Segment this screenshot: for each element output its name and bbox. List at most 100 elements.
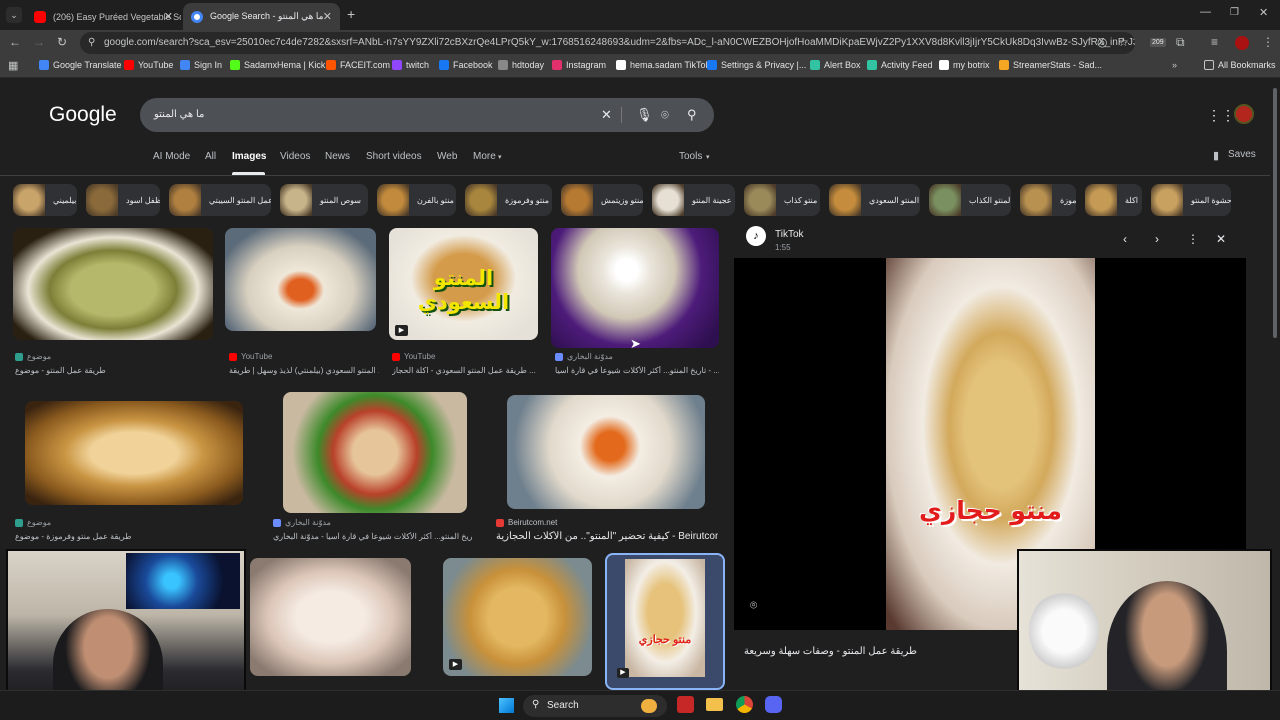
- all-bookmarks[interactable]: All Bookmarks: [1204, 60, 1276, 70]
- nav-all[interactable]: All: [205, 151, 216, 162]
- forward-icon[interactable]: →: [33, 35, 45, 49]
- next-chevron-icon[interactable]: ›: [1155, 232, 1159, 246]
- nav-news[interactable]: News: [325, 151, 350, 162]
- profile-avatar[interactable]: [1235, 36, 1249, 50]
- bookmark-item[interactable]: Facebook: [439, 60, 493, 70]
- bookmark-item[interactable]: hdtoday: [498, 60, 544, 70]
- account-avatar[interactable]: [1234, 104, 1254, 124]
- google-apps-icon[interactable]: ⋮⋮: [1207, 107, 1235, 124]
- result-image-momo-bowl[interactable]: [225, 228, 376, 331]
- address-bar[interactable]: ⚲ google.com/search?sca_esv=25010ec7c4de…: [80, 32, 1135, 54]
- bookmark-star-icon[interactable]: ☆: [1118, 35, 1129, 49]
- result-image-momo-green[interactable]: [13, 228, 213, 340]
- windows-start-icon[interactable]: [499, 698, 514, 713]
- result-caption[interactable]: طريقة عمل المنتو السعودي - اكلة الحجاز .…: [392, 366, 540, 375]
- related-search-chip[interactable]: منتو بالفرن: [377, 184, 456, 216]
- snipping-tool-icon[interactable]: [677, 696, 694, 713]
- result-caption[interactable]: تاريخ المنتو... أكثر الأكلات شيوعاً في ق…: [555, 366, 719, 375]
- lens-search-icon[interactable]: ⌾: [750, 598, 757, 613]
- result-source[interactable]: موضوع: [15, 518, 51, 527]
- back-icon[interactable]: ←: [9, 35, 21, 49]
- result-caption[interactable]: طريقة عمل منتو وفرموزة - موضوع: [15, 532, 245, 541]
- google-logo[interactable]: Google: [49, 103, 117, 127]
- related-search-chip[interactable]: منتو كذاب: [744, 184, 820, 216]
- bookmark-item[interactable]: twitch: [392, 60, 429, 70]
- more-bookmarks-chevron-icon[interactable]: »: [1172, 60, 1177, 70]
- bookmark-item[interactable]: StreamerStats - Sad...: [999, 60, 1102, 70]
- result-source[interactable]: Beirutcom.net: [496, 518, 557, 527]
- nav-images[interactable]: Images: [232, 151, 266, 162]
- chrome-icon[interactable]: [736, 696, 753, 713]
- tab-youtube[interactable]: (206) Easy Puréed Vegetable Sc ✕: [26, 3, 181, 30]
- apps-grid-icon[interactable]: ▦: [8, 59, 18, 72]
- close-window-icon[interactable]: ✕: [1259, 6, 1268, 19]
- related-search-chip[interactable]: سوص المنتو: [280, 184, 368, 216]
- result-image-fried-dumplings[interactable]: ▶: [443, 558, 592, 676]
- related-search-chip[interactable]: عجينة المنتو: [652, 184, 735, 216]
- bookmark-item[interactable]: Settings & Privacy |...: [707, 60, 806, 70]
- related-search-chip[interactable]: اكلة: [1085, 184, 1142, 216]
- result-caption[interactable]: تاريخ المنتو... أكثر الأكلات شيوعاً في ق…: [273, 532, 473, 541]
- result-image-hijazi-selected[interactable]: منتو حجازي ▶: [605, 553, 725, 690]
- previous-chevron-icon[interactable]: ‹: [1123, 232, 1127, 246]
- related-search-chip[interactable]: حشوة المنتو: [1151, 184, 1231, 216]
- nav-videos[interactable]: Videos: [280, 151, 310, 162]
- microphone-icon[interactable]: 🎙: [636, 107, 653, 123]
- tab-google-search[interactable]: Google Search - ما هي المنتو ✕: [183, 3, 340, 30]
- related-search-chip[interactable]: عمل المنتو السيبتي: [169, 184, 271, 216]
- site-info-icon[interactable]: ⚲: [88, 32, 95, 54]
- clear-icon[interactable]: ✕: [601, 107, 612, 123]
- restore-icon[interactable]: ❐: [1230, 7, 1239, 18]
- close-tab-icon[interactable]: ✕: [323, 10, 332, 23]
- nav-more[interactable]: More: [473, 151, 496, 162]
- bookmark-item[interactable]: Activity Feed: [867, 60, 933, 70]
- new-tab-button[interactable]: +: [347, 6, 355, 22]
- saves-link[interactable]: Saves: [1228, 149, 1256, 160]
- extension-badge[interactable]: 209: [1150, 38, 1166, 47]
- related-search-chip[interactable]: ظفل اسود: [86, 184, 160, 216]
- bookmark-item[interactable]: FACEIT.com: [326, 60, 390, 70]
- nav-ai-mode[interactable]: AI Mode: [153, 151, 190, 162]
- result-source[interactable]: مدوّنة البخاري: [555, 352, 613, 361]
- menu-kebab-icon[interactable]: ⋮: [1262, 35, 1274, 49]
- reading-list-icon[interactable]: ≡: [1211, 35, 1218, 49]
- discord-icon[interactable]: [765, 696, 782, 713]
- result-source[interactable]: YouTube: [392, 352, 435, 361]
- result-image-momo-plate[interactable]: [283, 392, 467, 513]
- lens-camera-icon[interactable]: ⌾: [661, 107, 669, 123]
- related-search-chip[interactable]: منتو وزيتمش: [561, 184, 643, 216]
- tools-button[interactable]: Tools: [679, 151, 702, 162]
- related-search-chip[interactable]: منتو وفرموزة: [465, 184, 552, 216]
- related-search-chip[interactable]: المنتو السعودي: [829, 184, 920, 216]
- panel-source[interactable]: TikTok: [775, 229, 804, 240]
- search-input[interactable]: ما هي المنتو: [154, 109, 204, 120]
- result-source[interactable]: موضوع: [15, 352, 51, 361]
- result-image-steamed-buns[interactable]: [250, 558, 411, 676]
- minimize-icon[interactable]: —: [1200, 6, 1211, 18]
- more-options-icon[interactable]: ⋮: [1187, 232, 1199, 246]
- result-image-momo-purple[interactable]: [551, 228, 719, 348]
- search-icon[interactable]: ⚲: [687, 107, 697, 123]
- result-image-momo-white[interactable]: [507, 395, 705, 509]
- bookmark-item[interactable]: SadamxHema | Kick: [230, 60, 325, 70]
- bookmark-item[interactable]: Instagram: [552, 60, 606, 70]
- related-search-chip[interactable]: منتو فرموزة: [1020, 184, 1076, 216]
- file-explorer-icon[interactable]: [706, 698, 723, 711]
- close-tab-icon[interactable]: ✕: [164, 10, 173, 23]
- bookmark-item[interactable]: Sign In: [180, 60, 222, 70]
- eye-off-icon[interactable]: ◎: [1097, 35, 1107, 49]
- related-search-chip[interactable]: بيلميني: [13, 184, 77, 216]
- result-caption[interactable]: طريقة عمل المنتو - موضوع: [15, 366, 205, 375]
- related-search-chip[interactable]: المنتو الكذاب: [929, 184, 1011, 216]
- reload-icon[interactable]: ↻: [57, 35, 67, 49]
- result-image-saudi-mantu[interactable]: المنتو السعودي ▶: [389, 228, 538, 340]
- nav-short-videos[interactable]: Short videos: [366, 151, 422, 162]
- result-image-momo-bamboo[interactable]: [25, 401, 243, 505]
- extensions-icon[interactable]: ⧉: [1176, 35, 1185, 50]
- result-source[interactable]: YouTube: [229, 352, 272, 361]
- bookmark-item[interactable]: hema.sadam TikTok: [616, 60, 710, 70]
- result-caption[interactable]: المنتو السعودي (بيلمنتي) لذيذ وسهل | طري…: [229, 366, 379, 375]
- close-icon[interactable]: ✕: [1216, 232, 1226, 246]
- bookmark-item[interactable]: Google Translate: [39, 60, 122, 70]
- panel-title[interactable]: طريقة عمل المنتو - وصفات سهلة وسريعة: [744, 646, 917, 657]
